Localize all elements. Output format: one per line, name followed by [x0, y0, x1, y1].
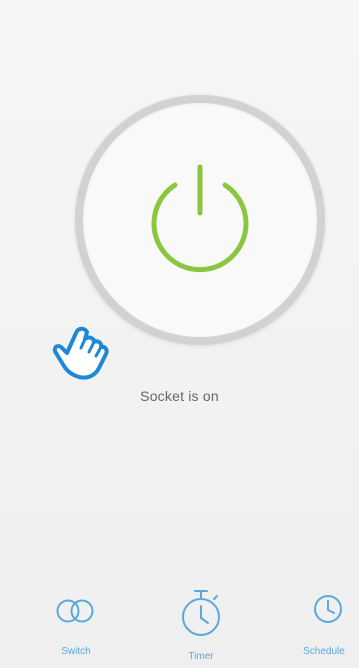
- status-text: Socket is on: [140, 388, 219, 404]
- toggle-circles-icon: [56, 599, 94, 623]
- tab-timer-label: Timer: [188, 651, 214, 662]
- socket-control-screen: Socket is on Switch Timer Schedule: [0, 0, 359, 668]
- tab-switch-label: Switch: [61, 646, 91, 657]
- power-icon: [151, 164, 249, 273]
- tab-schedule-label: Schedule: [303, 646, 345, 657]
- tab-schedule[interactable]: Schedule: [288, 588, 359, 658]
- power-button[interactable]: [83, 103, 317, 337]
- pointing-hand-icon: [52, 326, 109, 380]
- power-button-ring: [75, 95, 325, 345]
- clock-icon: [314, 595, 342, 623]
- stopwatch-icon: [182, 590, 220, 636]
- tab-switch[interactable]: Switch: [36, 588, 116, 658]
- tab-timer[interactable]: Timer: [161, 588, 241, 662]
